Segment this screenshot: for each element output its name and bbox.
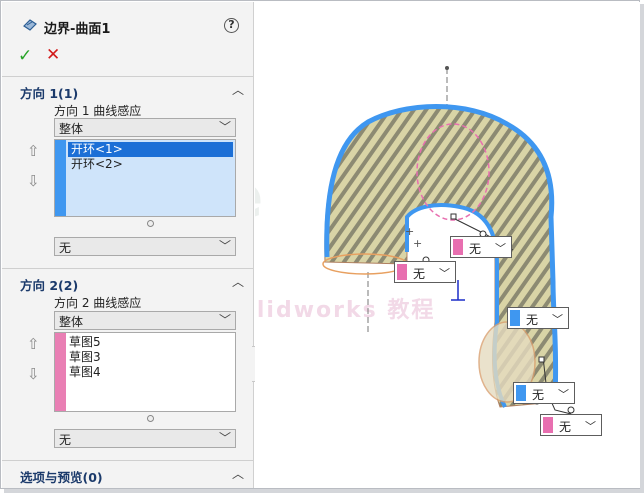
- list-item[interactable]: 草图4: [66, 365, 235, 380]
- chevron-down-icon: ﹀: [439, 267, 450, 280]
- callout-value: 无: [559, 420, 572, 434]
- direction1-tangency-value: 无: [59, 241, 72, 255]
- chevron-down-icon: ﹀: [558, 388, 569, 401]
- ok-button[interactable]: ✓: [18, 46, 32, 66]
- move-up-icon[interactable]: ⇧: [27, 142, 40, 160]
- direction2-title: 方向 2(2): [20, 278, 79, 293]
- chevron-down-icon: ﹀: [585, 420, 596, 433]
- direction1-curve-list[interactable]: 开环<1> 开环<2>: [54, 139, 236, 217]
- callout-value: 无: [413, 267, 426, 281]
- callout-color-swatch: [510, 310, 520, 326]
- boundary-surface-icon: [23, 19, 37, 31]
- svg-text:+: +: [413, 237, 422, 250]
- move-down-icon[interactable]: ⇩: [27, 365, 40, 383]
- direction2-curve-influence-value: 整体: [59, 315, 84, 329]
- collapse-chevron-icon[interactable]: ︿: [232, 273, 244, 290]
- direction2-color-strip: [55, 333, 66, 411]
- direction2-tangency-value: 无: [59, 433, 72, 447]
- tangency-callout[interactable]: 无 ﹀: [450, 236, 512, 258]
- direction1-curve-influence-label: 方向 1 曲线感应: [54, 104, 142, 118]
- callout-color-swatch: [543, 417, 553, 433]
- callout-color-swatch: [516, 385, 526, 401]
- options-header[interactable]: 选项与预览(0) ︿: [2, 460, 253, 485]
- move-up-icon[interactable]: ⇧: [27, 335, 40, 353]
- list-item[interactable]: 开环<1>: [68, 142, 233, 157]
- callout-value: 无: [469, 242, 482, 256]
- graphics-area[interactable]: nbe 妮老师 solidworks 教程: [255, 2, 640, 488]
- direction1-header[interactable]: 方向 1(1) ︿: [2, 76, 253, 101]
- options-title: 选项与预览(0): [20, 470, 103, 485]
- chevron-down-icon: ﹀: [552, 313, 563, 326]
- callout-color-swatch: [397, 264, 407, 280]
- direction1-curve-influence-select[interactable]: 整体 ﹀: [54, 118, 236, 137]
- direction1-list-body: 开环<1> 开环<2>: [66, 140, 235, 216]
- direction1-color-strip: [55, 140, 66, 216]
- direction2-list-body: 草图5 草图3 草图4: [66, 333, 235, 411]
- callout-value: 无: [532, 388, 545, 402]
- feature-title: 边界-曲面1: [44, 22, 111, 37]
- list-item[interactable]: 草图3: [66, 350, 235, 365]
- property-manager-panel: 边界-曲面1 ? ✓ ✕ 方向 1(1) ︿ 方向 1 曲线感应 整体 ﹀ ⇧ …: [2, 2, 254, 488]
- callout-color-swatch: [453, 239, 463, 255]
- window-frame: 边界-曲面1 ? ✓ ✕ 方向 1(1) ︿ 方向 1 曲线感应 整体 ﹀ ⇧ …: [0, 0, 640, 489]
- move-down-icon[interactable]: ⇩: [27, 172, 40, 190]
- chevron-down-icon: ﹀: [218, 431, 231, 445]
- tangency-callout[interactable]: 无 ﹀: [540, 414, 602, 436]
- direction2-header[interactable]: 方向 2(2) ︿: [2, 268, 253, 293]
- direction2-curve-influence-select[interactable]: 整体 ﹀: [54, 311, 236, 330]
- title-bar: 边界-曲面1 ?: [2, 2, 253, 37]
- help-icon[interactable]: ?: [224, 18, 239, 33]
- chevron-down-icon: ﹀: [495, 242, 506, 255]
- cancel-button[interactable]: ✕: [46, 45, 60, 65]
- tangency-callout[interactable]: 无 ﹀: [394, 261, 456, 283]
- direction1-tangency-select[interactable]: 无 ﹀: [54, 237, 236, 256]
- callout-value: 无: [526, 313, 539, 327]
- list-item[interactable]: 草图5: [66, 335, 235, 350]
- chevron-down-icon: ﹀: [218, 120, 231, 134]
- chevron-down-icon: ﹀: [218, 239, 231, 253]
- direction1-curve-influence-value: 整体: [59, 122, 84, 136]
- direction1-title: 方向 1(1): [20, 86, 79, 101]
- direction2-tangency-select[interactable]: 无 ﹀: [54, 429, 236, 448]
- collapse-chevron-icon[interactable]: ︿: [232, 81, 244, 98]
- direction2-curve-influence-label: 方向 2 曲线感应: [54, 296, 142, 310]
- chevron-down-icon: ﹀: [218, 313, 231, 327]
- tangency-callout[interactable]: 无 ﹀: [507, 307, 569, 329]
- list-item[interactable]: 开环<2>: [68, 157, 233, 172]
- direction2-curve-list[interactable]: 草图5 草图3 草图4: [54, 332, 236, 412]
- tangency-callout[interactable]: 无 ﹀: [513, 382, 575, 404]
- list-resize-handle[interactable]: [147, 415, 154, 422]
- collapse-chevron-icon[interactable]: ︿: [232, 465, 244, 482]
- list-resize-handle[interactable]: [147, 220, 154, 227]
